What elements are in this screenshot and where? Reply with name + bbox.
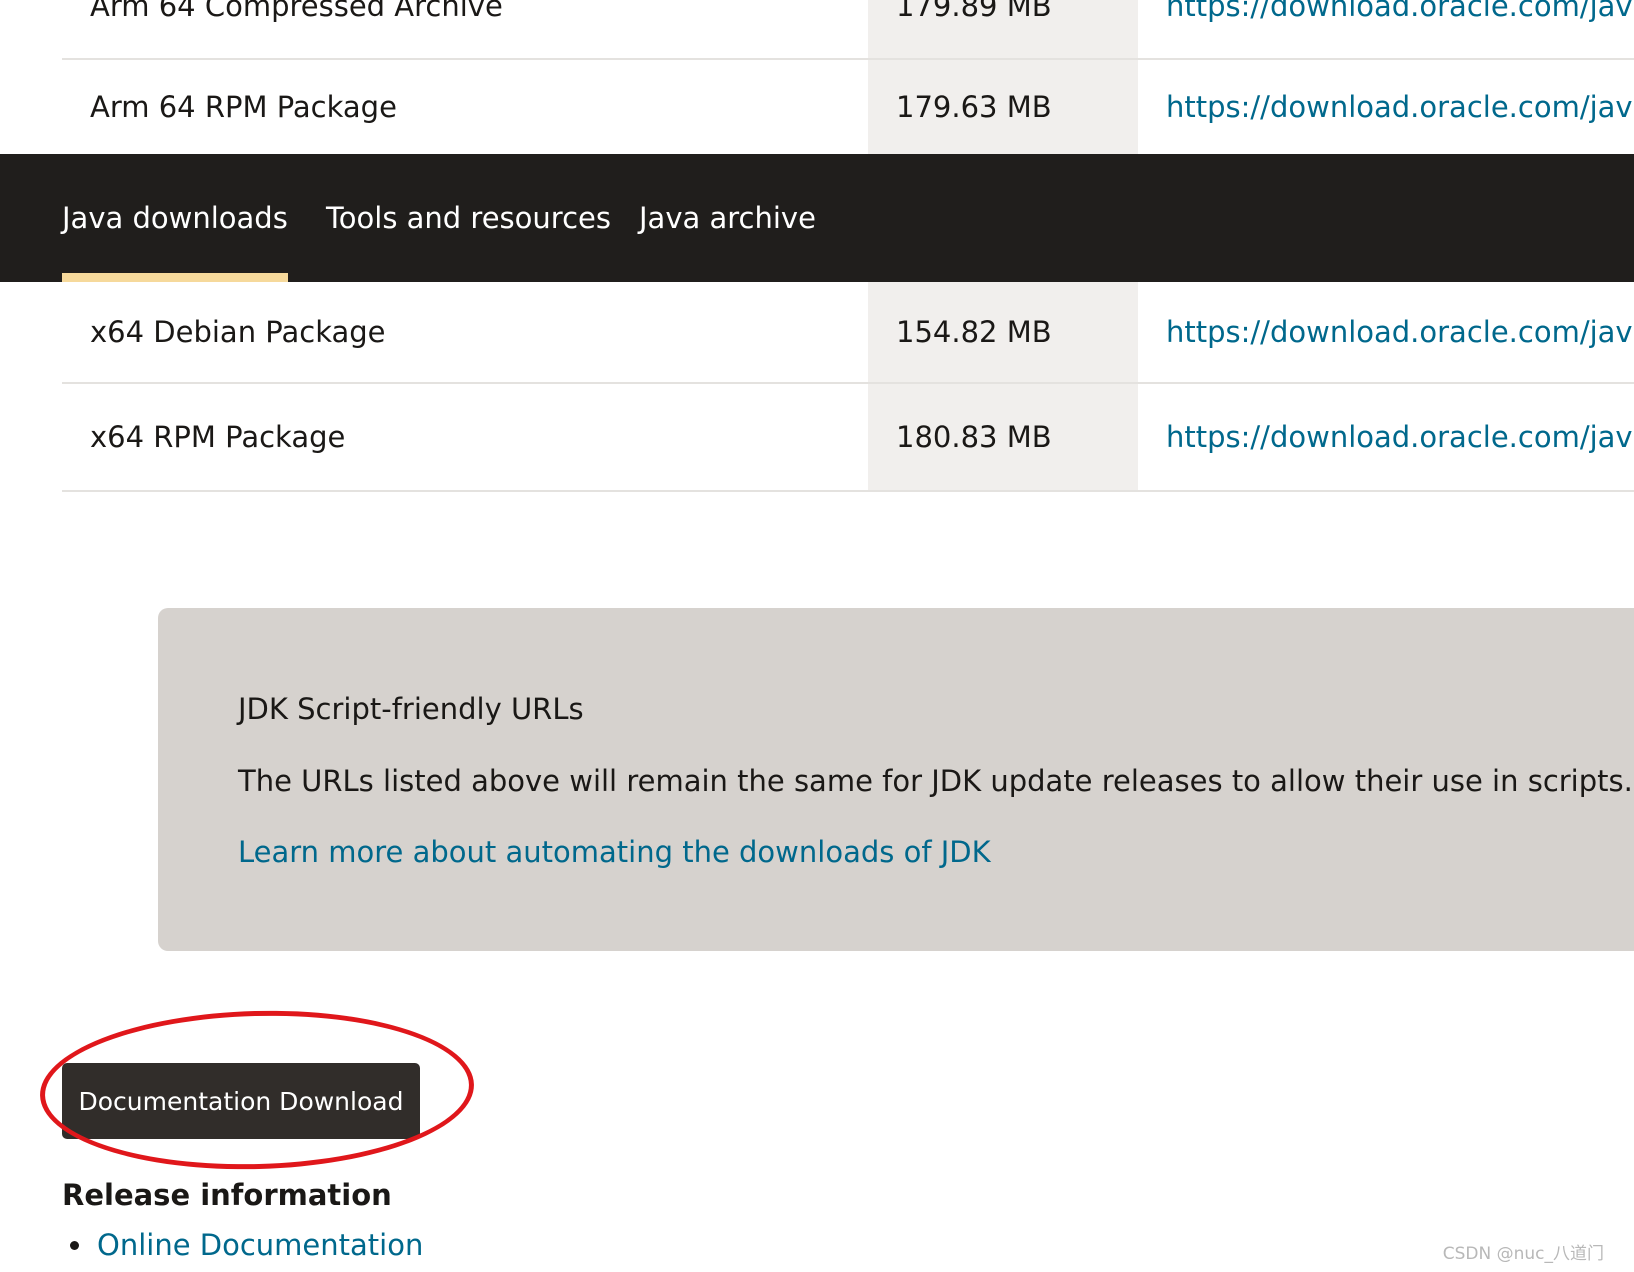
table-row: x64 RPM Package 180.83 MB https://downlo… — [62, 384, 1634, 492]
package-name: Arm 64 RPM Package — [90, 90, 397, 124]
tab-tools-and-resources[interactable]: Tools and resources — [326, 154, 611, 282]
package-name: Arm 64 Compressed Archive — [90, 0, 503, 23]
download-link[interactable]: https://download.oracle.com/java/19/late… — [1138, 282, 1634, 382]
documentation-download-button[interactable]: Documentation Download — [62, 1063, 420, 1139]
online-documentation-link[interactable]: Online Documentation — [97, 1228, 423, 1262]
tab-java-downloads[interactable]: Java downloads — [62, 154, 288, 282]
file-size: 179.89 MB — [868, 0, 1138, 58]
watermark: CSDN @nuc_八道门 — [1442, 1244, 1604, 1264]
download-link[interactable]: https://download.oracle.com/java/19/late… — [1138, 384, 1634, 490]
file-size: 154.82 MB — [868, 282, 1138, 382]
release-information-heading: Release information — [62, 1178, 392, 1212]
automating-downloads-link[interactable]: Learn more about automating the download… — [238, 835, 991, 869]
callout-body-text: The URLs listed above will remain the sa… — [238, 764, 1633, 798]
bullet-icon — [70, 1240, 79, 1250]
package-name: x64 RPM Package — [90, 420, 346, 454]
list-item: Online Documentation — [70, 1228, 423, 1262]
table-row: Arm 64 RPM Package 179.63 MB https://dow… — [62, 60, 1634, 154]
script-urls-callout: JDK Script-friendly URLs The URLs listed… — [158, 608, 1634, 951]
file-size: 180.83 MB — [868, 384, 1138, 490]
package-name: x64 Debian Package — [90, 315, 386, 349]
section-nav-bar: Java downloads Tools and resources Java … — [0, 154, 1634, 282]
table-row: Arm 64 Compressed Archive 179.89 MB http… — [62, 0, 1634, 60]
tab-java-archive[interactable]: Java archive — [639, 154, 816, 282]
callout-title: JDK Script-friendly URLs — [238, 692, 584, 726]
table-row: x64 Debian Package 154.82 MB https://dow… — [62, 282, 1634, 384]
file-size: 179.63 MB — [868, 60, 1138, 154]
download-link[interactable]: https://download.oracle.com/java/19/late… — [1138, 60, 1634, 154]
download-link[interactable]: https://download.oracle.com/java/19/late… — [1138, 0, 1634, 58]
